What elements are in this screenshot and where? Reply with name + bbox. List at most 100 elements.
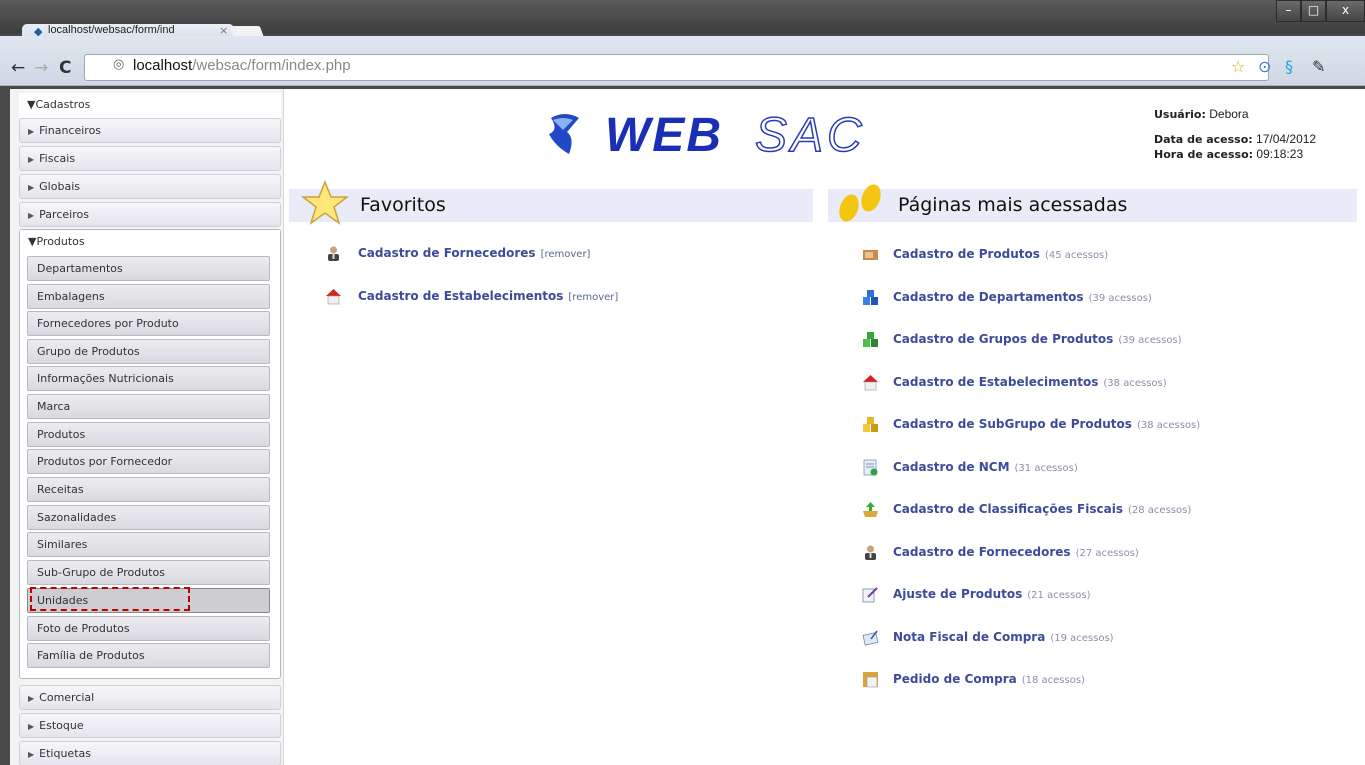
top-page-item: Ajuste de Produtos (21 acessos) [893,587,1091,601]
skype-icon[interactable]: § [1285,57,1293,76]
house-icon [325,288,342,305]
collapsed-arrow-icon: ▶ [28,211,35,220]
top-page-item: Cadastro de SubGrupo de Produtos (38 aces… [893,417,1200,431]
yellow-cubes-icon [862,416,879,433]
favorite-link-fornecedores[interactable]: Cadastro de Fornecedores [358,246,536,260]
access-count: (19 acessos) [1050,633,1114,644]
forward-icon[interactable]: → [34,58,48,78]
access-count: (38 acessos) [1136,420,1201,431]
footprints-icon [839,184,881,222]
menu-group-parceiros[interactable]: ▶ Parceiros [19,202,281,227]
collapsed-arrow-icon: ▶ [28,694,35,703]
top-page-link[interactable]: Cadastro de SubGrupo de Produtos [893,417,1132,431]
menu-group-etiquetas[interactable]: ▶ Etiquetas [19,741,281,765]
favorite-item: Cadastro de Fornecedores [remover] [358,246,590,260]
menu-group-label: Parceiros [39,208,89,221]
window-maximize-button[interactable]: □ [1301,0,1326,22]
submenu-item-sub-grupo-de-produtos[interactable]: Sub-Grupo de Produtos [27,560,270,585]
submenu-item-familia-de-produtos[interactable]: Família de Produtos [27,643,270,668]
product-box-icon [862,246,879,263]
menu-group-comercial[interactable]: ▶ Comercial [19,685,281,710]
top-page-link[interactable]: Pedido de Compra [893,672,1017,686]
collapsed-arrow-icon: ▶ [28,183,35,192]
url-host: localhost [133,57,193,74]
submenu-item-sazonalidades[interactable]: Sazonalidades [27,505,270,530]
page-info-icon[interactable]: ◎ [113,57,124,72]
extension-icon[interactable]: ⊙ [1258,57,1271,76]
window-close-button[interactable]: x [1326,0,1365,22]
menu-group-label: Fiscais [39,152,76,165]
top-page-item: Cadastro de Classificações Fiscais (28 ac… [893,502,1191,516]
top-page-item: Cadastro de Fornecedores (27 acessos) [893,545,1139,559]
supplier-person-icon [325,245,342,262]
submenu-item-embalagens[interactable]: Embalagens [27,284,270,309]
collapsed-arrow-icon: ▶ [28,750,35,759]
submenu-item-fornecedores-por-produto[interactable]: Fornecedores por Produto [27,311,270,336]
submenu-item-informacoes-nutricionais[interactable]: Informações Nutricionais [27,366,270,391]
collapsed-arrow-icon: ▶ [28,722,35,731]
menu-group-financeiros[interactable]: ▶ Financeiros [19,118,281,143]
order-folder-icon [862,671,879,688]
submenu-item-similares[interactable]: Similares [27,532,270,557]
top-page-link[interactable]: Cadastro de Estabelecimentos [893,375,1098,389]
menu-group-label: Financeiros [39,124,102,137]
access-date: 17/04/2012 [1256,132,1317,146]
access-count: (39 acessos) [1118,335,1182,346]
back-icon[interactable]: ← [11,58,25,78]
menu-group-cadastros[interactable]: ▼Cadastros [19,93,281,118]
highlight-dashed-box [30,587,190,611]
logo-text-web: WEB [605,109,723,162]
submenu-item-produtos[interactable]: Produtos [27,422,270,447]
menu-group-label: Etiquetas [39,747,91,760]
submenu-item-produtos-por-fornecedor[interactable]: Produtos por Fornecedor [27,449,270,474]
user-label: Usuário: [1154,108,1206,121]
top-page-link[interactable]: Ajuste de Produtos [893,587,1022,601]
top-page-link[interactable]: Cadastro de Grupos de Produtos [893,332,1113,346]
collapsed-arrow-icon: ▶ [28,155,35,164]
access-count: (31 acessos) [1014,463,1078,474]
invoice-pen-icon [862,629,879,646]
top-page-item: Cadastro de Estabelecimentos (38 acessos) [893,375,1167,389]
top-page-link[interactable]: Cadastro de NCM [893,460,1010,474]
house-icon [862,374,879,391]
reload-icon[interactable]: C [59,58,71,78]
top-page-link[interactable]: Cadastro de Produtos [893,247,1040,261]
window-minimize-button[interactable]: – [1276,0,1301,22]
menu-group-estoque[interactable]: ▶ Estoque [19,713,281,738]
menu-group-globais[interactable]: ▶ Globais [19,174,281,199]
menu-group-fiscais[interactable]: ▶ Fiscais [19,146,281,171]
menu-group-label: Comercial [39,691,95,704]
top-page-item: Cadastro de Departamentos (39 acessos) [893,290,1152,304]
menu-group-produtos[interactable]: ▼Produtos [20,230,280,255]
user-name: Debora [1209,107,1249,121]
submenu-item-foto-de-produtos[interactable]: Foto de Produtos [27,616,270,641]
wrench-icon[interactable]: ✎ [1312,57,1325,76]
logo-swoosh-icon [549,114,579,154]
top-page-link[interactable]: Cadastro de Classificações Fiscais [893,502,1123,516]
tab-title[interactable]: localhost/websac/form/ind [48,24,175,36]
menu-group-label: Cadastros [35,98,91,111]
favoritos-title: Favoritos [360,194,446,216]
websac-logo: WEB SAC [545,108,905,163]
logo-text-sac: SAC [754,108,866,163]
access-count: (38 acessos) [1103,378,1167,389]
address-bar-url[interactable]: localhost/websac/form/index.php [133,57,351,74]
submenu-item-departamentos[interactable]: Departamentos [27,256,270,281]
top-page-link[interactable]: Nota Fiscal de Compra [893,630,1045,644]
favorite-link-estabelecimentos[interactable]: Cadastro de Estabelecimentos [358,289,563,303]
access-count: (39 acessos) [1088,293,1152,304]
top-page-item: Nota Fiscal de Compra (19 acessos) [893,630,1114,644]
remove-favorite-link[interactable]: [remover] [541,249,591,260]
top-page-item: Cadastro de Produtos (45 acessos) [893,247,1108,261]
menu-group-label: Estoque [39,719,84,732]
submenu-item-grupo-de-produtos[interactable]: Grupo de Produtos [27,339,270,364]
access-time-label: Hora de acesso: [1154,148,1254,161]
menu-group-label: Produtos [36,235,85,248]
remove-favorite-link[interactable]: [remover] [568,292,618,303]
submenu-item-marca[interactable]: Marca [27,394,270,419]
top-page-link[interactable]: Cadastro de Fornecedores [893,545,1071,559]
bookmark-star-icon[interactable]: ☆ [1231,57,1245,76]
submenu-item-receitas[interactable]: Receitas [27,477,270,502]
top-page-link[interactable]: Cadastro de Departamentos [893,290,1084,304]
url-path: /websac/form/index.php [192,57,351,74]
